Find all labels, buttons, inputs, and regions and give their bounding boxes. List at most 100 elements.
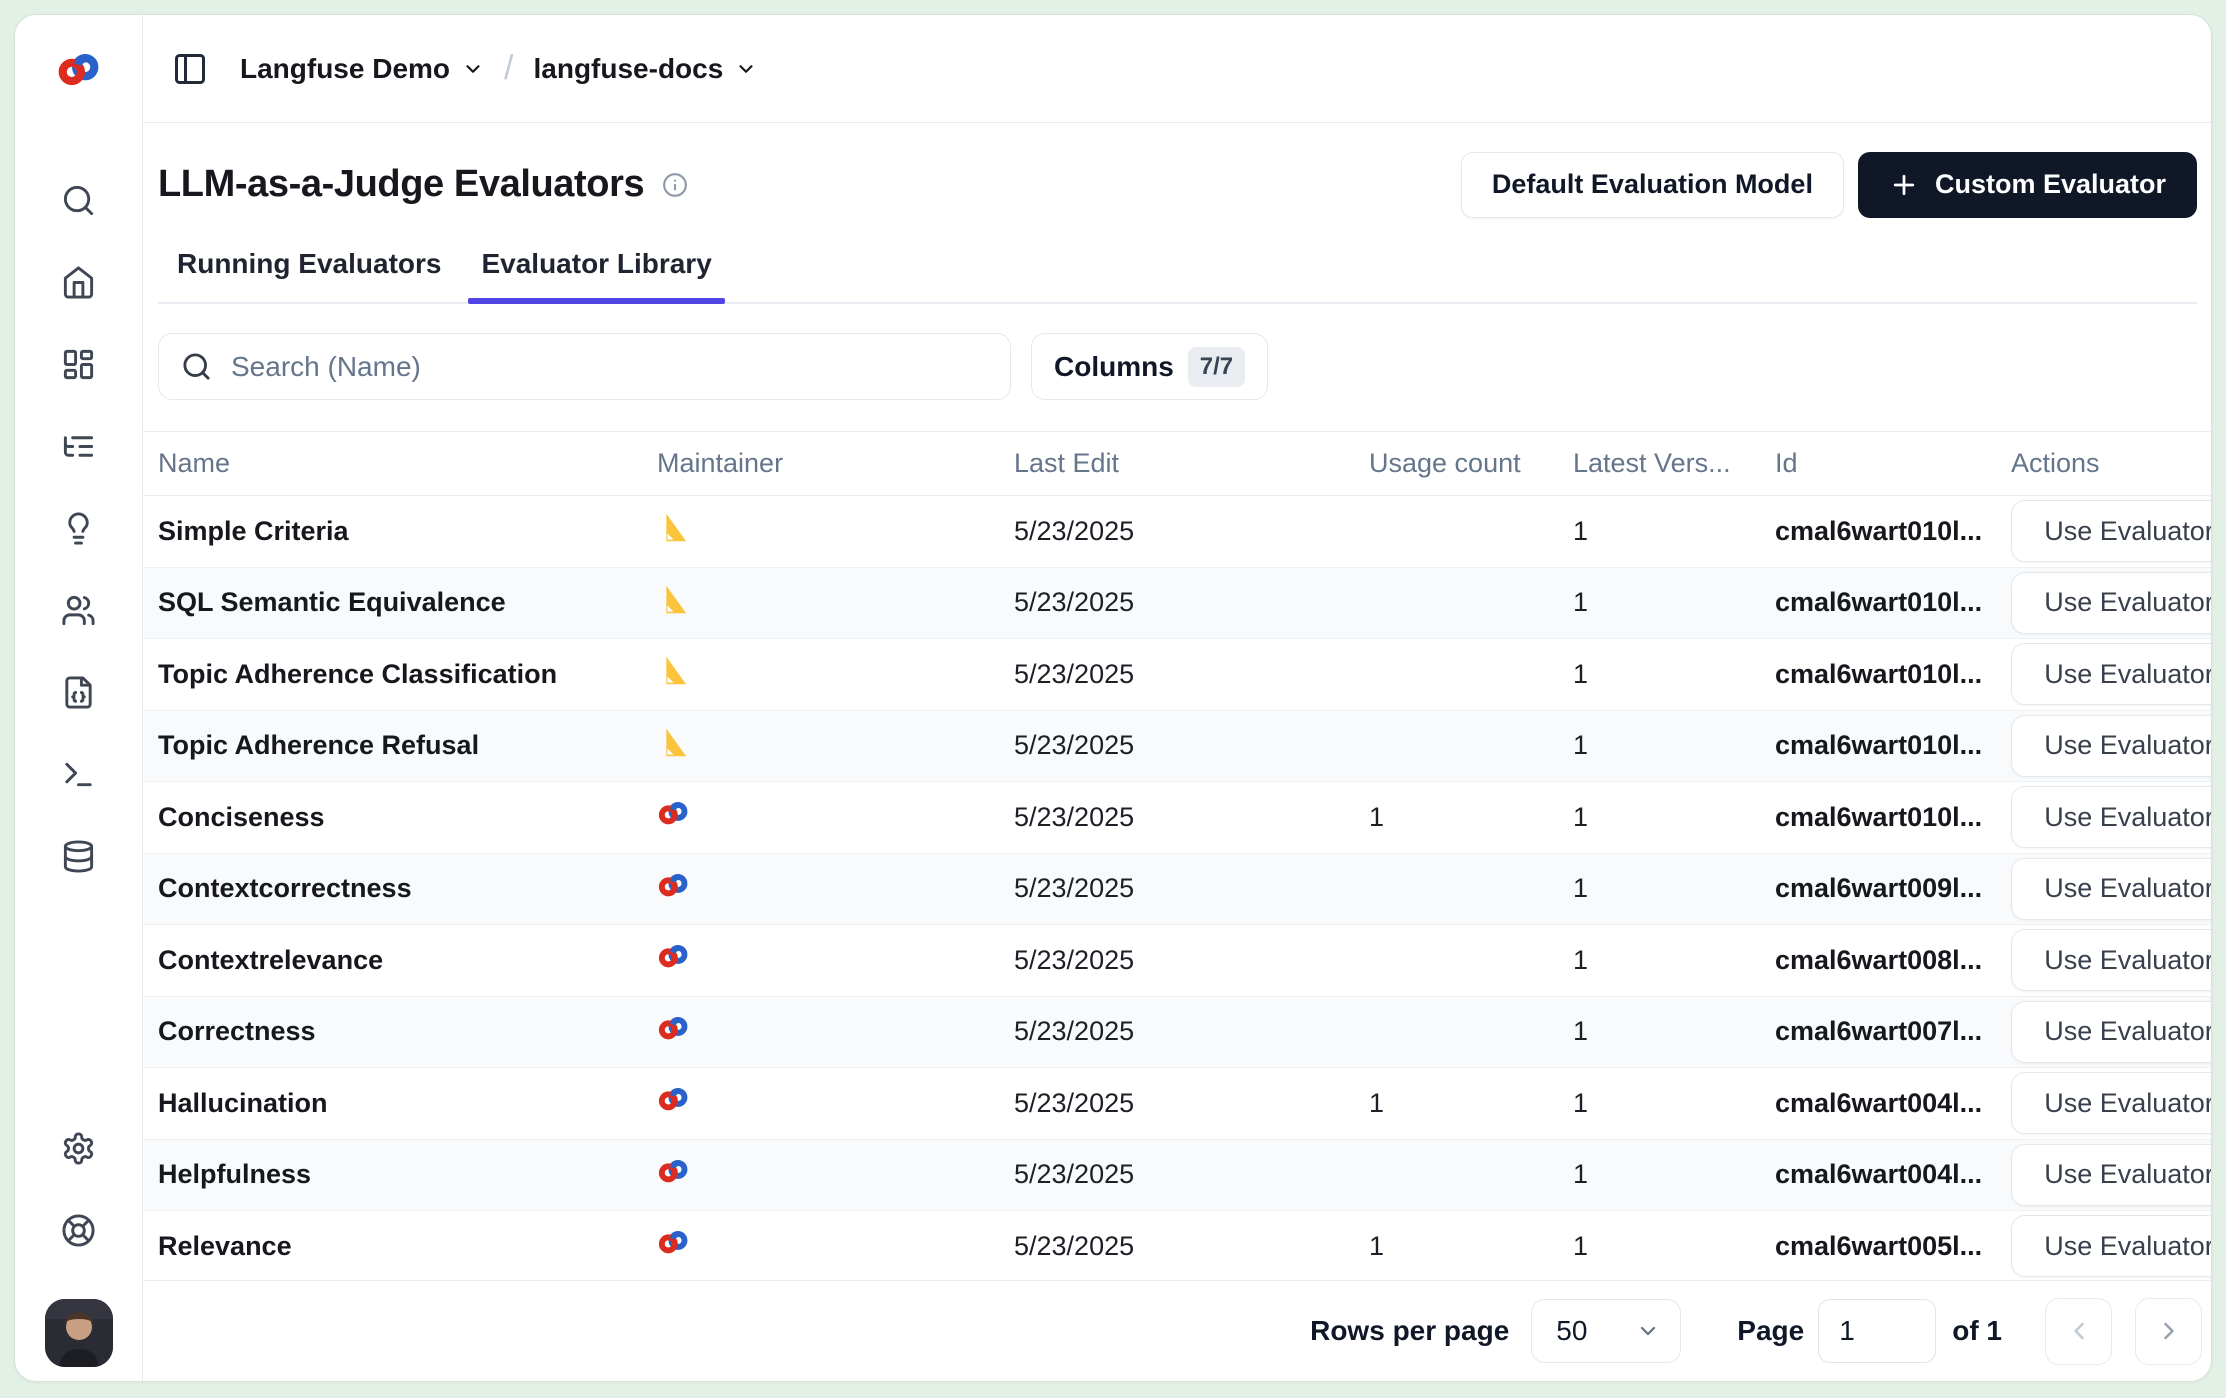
use-evaluator-button[interactable]: Use Evaluator: [2011, 500, 2211, 562]
project-switcher[interactable]: Langfuse Demo: [240, 53, 484, 85]
column-header-id: Id: [1775, 448, 2011, 479]
app-window: Langfuse Demo / langfuse-docs LLM-as-a-J…: [0, 0, 2226, 1398]
app-card: Langfuse Demo / langfuse-docs LLM-as-a-J…: [14, 14, 2212, 1382]
maintainer-cell: [657, 1012, 1014, 1052]
tab-bar: Running Evaluators Evaluator Library: [158, 248, 2197, 304]
sidebar-nav: [60, 181, 98, 875]
table-row[interactable]: Relevance 5/23/2025 1 1 cmal6wart005l...…: [143, 1211, 2211, 1280]
table-row[interactable]: Contextrelevance 5/23/2025 1 cmal6wart00…: [143, 925, 2211, 997]
actions-cell: Use Evaluator: [2011, 858, 2211, 920]
sidebar-playground-button[interactable]: [60, 673, 98, 711]
evaluator-name: SQL Semantic Equivalence: [143, 587, 657, 618]
table-row[interactable]: SQL Semantic Equivalence 5/23/2025 1 cma…: [143, 568, 2211, 640]
sidebar: [15, 15, 143, 1381]
search-icon: [61, 183, 96, 218]
column-header-name: Name: [143, 448, 657, 479]
id-cell: cmal6wart007l...: [1775, 1016, 2011, 1047]
actions-cell: Use Evaluator: [2011, 1001, 2211, 1063]
file-json-icon: [61, 675, 96, 710]
sidebar-bottom-group: [60, 1129, 98, 1249]
chevron-left-icon: [2065, 1317, 2093, 1345]
use-evaluator-button[interactable]: Use Evaluator: [2011, 715, 2211, 777]
latest-version-cell: 1: [1573, 945, 1775, 976]
sidebar-settings-button[interactable]: [60, 1129, 98, 1167]
sidebar-prompts-button[interactable]: [60, 509, 98, 547]
evaluator-table: Name Maintainer Last Edit Usage count La…: [143, 431, 2211, 1280]
sidebar-dashboards-button[interactable]: [60, 345, 98, 383]
user-avatar[interactable]: [45, 1299, 113, 1367]
sidebar-users-button[interactable]: [60, 591, 98, 629]
latest-version-cell: 1: [1573, 587, 1775, 618]
columns-count-badge: 7/7: [1188, 347, 1245, 387]
actions-cell: Use Evaluator: [2011, 1072, 2211, 1134]
use-evaluator-button[interactable]: Use Evaluator: [2011, 1144, 2211, 1206]
use-evaluator-button[interactable]: Use Evaluator: [2011, 929, 2211, 991]
sidebar-datasets-button[interactable]: [60, 837, 98, 875]
next-page-button[interactable]: [2135, 1298, 2202, 1365]
langfuse-icon: [657, 1155, 690, 1188]
rows-per-page-select[interactable]: 50: [1531, 1299, 1681, 1363]
breadcrumb-separator: /: [504, 49, 513, 88]
page-header: LLM-as-a-Judge Evaluators Default Evalua…: [143, 151, 2211, 218]
table-row[interactable]: Hallucination 5/23/2025 1 1 cmal6wart004…: [143, 1068, 2211, 1140]
use-evaluator-button[interactable]: Use Evaluator: [2011, 1215, 2211, 1277]
id-cell: cmal6wart010l...: [1775, 516, 2011, 547]
last-edit-cell: 5/23/2025: [1014, 1159, 1369, 1190]
last-edit-cell: 5/23/2025: [1014, 945, 1369, 976]
actions-cell: Use Evaluator: [2011, 1215, 2211, 1277]
use-evaluator-button[interactable]: Use Evaluator: [2011, 1001, 2211, 1063]
usage-count-cell: 1: [1369, 1231, 1573, 1262]
chevron-down-icon: [462, 58, 484, 80]
columns-button[interactable]: Columns 7/7: [1031, 333, 1268, 400]
last-edit-cell: 5/23/2025: [1014, 659, 1369, 690]
table-row[interactable]: Conciseness 5/23/2025 1 1 cmal6wart010l.…: [143, 782, 2211, 854]
latest-version-cell: 1: [1573, 730, 1775, 761]
table-toolbar: Columns 7/7: [158, 333, 2197, 400]
table-row[interactable]: Correctness 5/23/2025 1 cmal6wart007l...…: [143, 997, 2211, 1069]
default-evaluation-model-button[interactable]: Default Evaluation Model: [1461, 152, 1844, 218]
use-evaluator-button[interactable]: Use Evaluator: [2011, 786, 2211, 848]
table-row[interactable]: Simple Criteria 5/23/2025 1 cmal6wart010…: [143, 496, 2211, 568]
use-evaluator-button[interactable]: Use Evaluator: [2011, 643, 2211, 705]
sidebar-home-button[interactable]: [60, 263, 98, 301]
id-cell: cmal6wart010l...: [1775, 730, 2011, 761]
table-row[interactable]: Topic Adherence Classification 5/23/2025…: [143, 639, 2211, 711]
search-input[interactable]: [229, 350, 1010, 384]
breadcrumb: Langfuse Demo / langfuse-docs: [240, 49, 757, 88]
chevron-down-icon: [735, 58, 757, 80]
environment-switcher[interactable]: langfuse-docs: [533, 53, 757, 85]
page-input[interactable]: [1818, 1299, 1936, 1363]
home-icon: [61, 265, 96, 300]
last-edit-cell: 5/23/2025: [1014, 1231, 1369, 1262]
use-evaluator-button[interactable]: Use Evaluator: [2011, 858, 2211, 920]
sidebar-terminal-button[interactable]: [60, 755, 98, 793]
topbar: Langfuse Demo / langfuse-docs: [143, 15, 2211, 123]
tab-evaluator-library[interactable]: Evaluator Library: [468, 248, 724, 302]
info-icon[interactable]: [662, 172, 688, 198]
langfuse-icon: [657, 1226, 690, 1259]
page-title: LLM-as-a-Judge Evaluators: [158, 163, 644, 206]
use-evaluator-button[interactable]: Use Evaluator: [2011, 572, 2211, 634]
maintainer-cell: [657, 940, 1014, 980]
evaluator-name: Helpfulness: [143, 1159, 657, 1190]
actions-cell: Use Evaluator: [2011, 643, 2211, 705]
custom-evaluator-button[interactable]: Custom Evaluator: [1858, 152, 2197, 218]
previous-page-button[interactable]: [2045, 1298, 2112, 1365]
sidebar-search-button[interactable]: [60, 181, 98, 219]
use-evaluator-button[interactable]: Use Evaluator: [2011, 1072, 2211, 1134]
table-row[interactable]: Helpfulness 5/23/2025 1 cmal6wart004l...…: [143, 1140, 2211, 1212]
column-header-actions: Actions: [2011, 448, 2211, 479]
sidebar-toggle-button[interactable]: [172, 51, 208, 87]
sidebar-support-button[interactable]: [60, 1211, 98, 1249]
latest-version-cell: 1: [1573, 873, 1775, 904]
table-row[interactable]: Contextcorrectness 5/23/2025 1 cmal6wart…: [143, 854, 2211, 926]
sidebar-tracing-button[interactable]: [60, 427, 98, 465]
evaluator-name: Topic Adherence Refusal: [143, 730, 657, 761]
maintainer-cell: [657, 1226, 1014, 1266]
table-row[interactable]: Topic Adherence Refusal 5/23/2025 1 cmal…: [143, 711, 2211, 783]
id-cell: cmal6wart010l...: [1775, 587, 2011, 618]
id-cell: cmal6wart010l...: [1775, 802, 2011, 833]
tab-running-evaluators[interactable]: Running Evaluators: [164, 248, 454, 302]
ragas-icon: [657, 726, 690, 759]
column-header-last-edit: Last Edit: [1014, 448, 1369, 479]
